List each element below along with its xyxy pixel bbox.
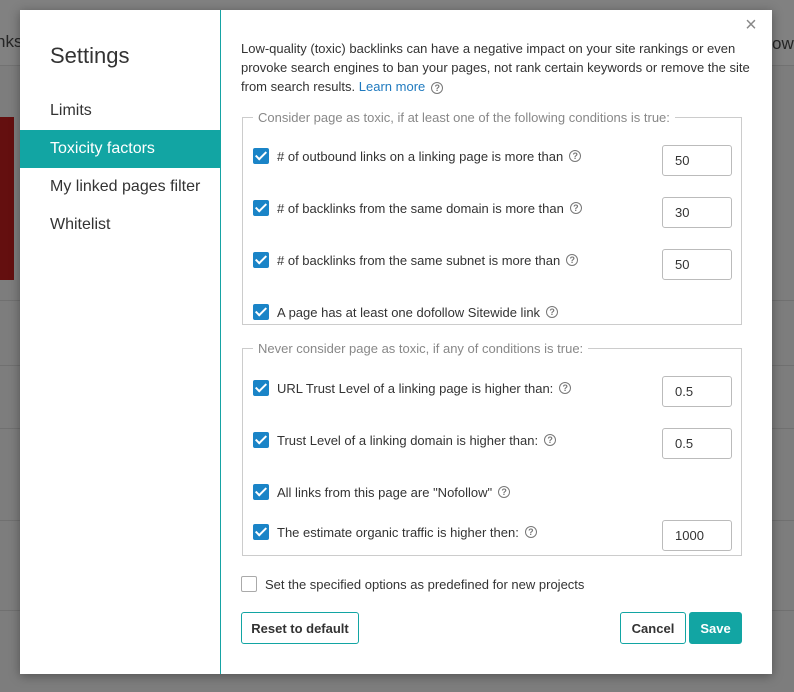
help-icon[interactable]: ? <box>544 434 557 446</box>
outbound-links-checkbox[interactable] <box>253 148 269 164</box>
cancel-button[interactable]: Cancel <box>620 612 686 644</box>
predefined-checkbox[interactable] <box>241 576 257 592</box>
save-button[interactable]: Save <box>689 612 742 644</box>
same-subnet-checkbox[interactable] <box>253 252 269 268</box>
same-domain-label: # of backlinks from the same domain is m… <box>277 200 564 216</box>
url-trust-input[interactable] <box>662 376 732 407</box>
help-icon[interactable]: ? <box>559 382 572 394</box>
help-icon[interactable]: ? <box>569 202 582 214</box>
intro-description: Low-quality (toxic) backlinks can have a… <box>241 41 750 94</box>
nontoxic-row-domain-trust: Trust Level of a linking domain is highe… <box>253 430 557 450</box>
organic-traffic-label: The estimate organic traffic is higher t… <box>277 524 519 540</box>
help-icon[interactable]: ? <box>524 526 537 538</box>
url-trust-checkbox[interactable] <box>253 380 269 396</box>
toxic-row-same-subnet: # of backlinks from the same subnet is m… <box>253 250 579 270</box>
settings-dialog: Settings Limits Toxicity factors My link… <box>20 10 772 674</box>
help-icon[interactable]: ? <box>566 254 579 266</box>
same-domain-input[interactable] <box>662 197 732 228</box>
toxic-row-outbound-links: # of outbound links on a linking page is… <box>253 146 582 166</box>
nontoxic-conditions-group: Never consider page as toxic, if any of … <box>242 341 742 556</box>
help-icon[interactable]: ? <box>498 486 511 498</box>
settings-content: Low-quality (toxic) backlinks can have a… <box>241 10 771 674</box>
sidebar-item-toxicity-factors[interactable]: Toxicity factors <box>20 130 221 168</box>
reset-to-default-button[interactable]: Reset to default <box>241 612 359 644</box>
organic-traffic-input[interactable] <box>662 520 732 551</box>
sitewide-label: A page has at least one dofollow Sitewid… <box>277 304 541 320</box>
predefined-label: Set the specified options as predefined … <box>265 576 585 592</box>
toxic-row-sitewide: A page has at least one dofollow Sitewid… <box>253 302 559 322</box>
same-subnet-label: # of backlinks from the same subnet is m… <box>277 252 561 268</box>
help-icon[interactable]: ? <box>431 81 444 94</box>
outbound-links-label: # of outbound links on a linking page is… <box>277 148 564 164</box>
same-subnet-input[interactable] <box>662 249 732 280</box>
nontoxic-group-legend: Never consider page as toxic, if any of … <box>258 341 584 356</box>
toxic-group-legend: Consider page as toxic, if at least one … <box>258 110 670 125</box>
nontoxic-row-nofollow: All links from this page are "Nofollow" … <box>253 482 511 502</box>
sidebar-item-whitelist[interactable]: Whitelist <box>20 206 221 244</box>
nontoxic-row-organic-traffic: The estimate organic traffic is higher t… <box>253 522 537 542</box>
organic-traffic-checkbox[interactable] <box>253 524 269 540</box>
domain-trust-label: Trust Level of a linking domain is highe… <box>277 432 539 448</box>
settings-sidebar: Settings Limits Toxicity factors My link… <box>20 10 221 674</box>
help-icon[interactable]: ? <box>569 150 582 162</box>
domain-trust-input[interactable] <box>662 428 732 459</box>
nofollow-label: All links from this page are "Nofollow" <box>277 484 493 500</box>
learn-more-link[interactable]: Learn more <box>359 79 425 94</box>
sidebar-title: Settings <box>50 43 130 68</box>
nontoxic-row-url-trust: URL Trust Level of a linking page is hig… <box>253 378 572 398</box>
predefined-option-row: Set the specified options as predefined … <box>241 574 584 594</box>
sitewide-checkbox[interactable] <box>253 304 269 320</box>
toxic-row-same-domain: # of backlinks from the same domain is m… <box>253 198 582 218</box>
same-domain-checkbox[interactable] <box>253 200 269 216</box>
sidebar-item-linked-pages-filter[interactable]: My linked pages filter <box>20 168 221 206</box>
domain-trust-checkbox[interactable] <box>253 432 269 448</box>
url-trust-label: URL Trust Level of a linking page is hig… <box>277 380 554 396</box>
sidebar-item-limits[interactable]: Limits <box>20 92 221 130</box>
intro-text: Low-quality (toxic) backlinks can have a… <box>241 39 751 96</box>
outbound-links-input[interactable] <box>662 145 732 176</box>
help-icon[interactable]: ? <box>546 306 559 318</box>
nofollow-checkbox[interactable] <box>253 484 269 500</box>
toxic-conditions-group: Consider page as toxic, if at least one … <box>242 110 742 325</box>
